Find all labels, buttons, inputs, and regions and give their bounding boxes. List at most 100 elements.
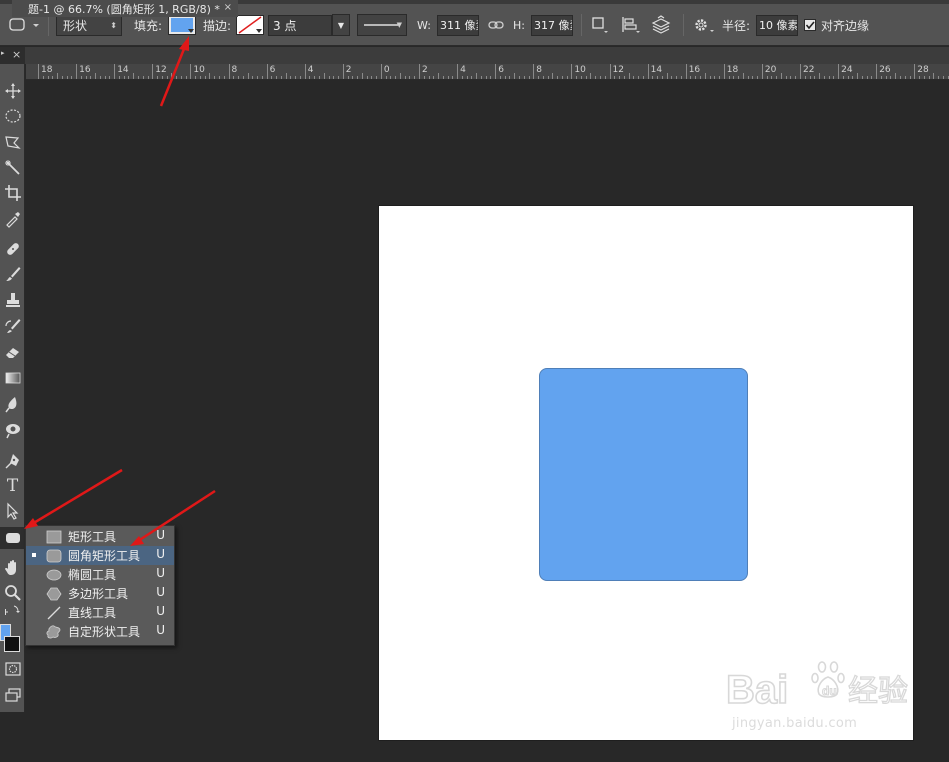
ruler-tick [385, 76, 387, 79]
stroke-width-dropdown[interactable]: ▼ [332, 14, 350, 36]
ruler-tick [519, 76, 520, 79]
stroke-color-swatch[interactable] [236, 15, 264, 35]
ruler-tick [947, 76, 949, 79]
chevron-down-icon: ▼ [396, 21, 402, 29]
gear-icon [695, 19, 714, 32]
height-input[interactable]: 317 像素 [531, 14, 573, 36]
type-tool[interactable]: T [0, 475, 25, 497]
ruler-tick [566, 76, 568, 79]
ruler-label: 16 [79, 65, 91, 75]
magic-wand-icon [4, 160, 20, 175]
dodge-tool[interactable] [0, 419, 25, 441]
pen-tool[interactable] [0, 450, 25, 472]
tab-close-icon[interactable]: × [224, 2, 232, 13]
ruler-tick [104, 76, 106, 79]
ruler-tick [738, 76, 740, 79]
collapse-arrows-icon[interactable]: ▸ [1, 49, 5, 57]
ruler-tick [528, 76, 530, 79]
rounded-rectangle-tool[interactable] [0, 527, 25, 549]
ruler-tick [85, 76, 87, 79]
align-edges-checkbox[interactable]: 对齐边缘 [804, 4, 869, 46]
stroke-type-dropdown[interactable]: ▼ [357, 14, 407, 36]
ruler-tick [419, 64, 420, 79]
clone-stamp-tool[interactable] [0, 289, 25, 311]
hand-tool[interactable] [0, 557, 25, 579]
lasso-tool[interactable] [0, 131, 25, 153]
move-tool[interactable] [0, 80, 25, 102]
menu-item-ellipse[interactable]: 椭圆工具 U [26, 565, 174, 584]
ruler-tick [185, 76, 187, 79]
history-brush-tool[interactable] [0, 315, 25, 337]
path-arrangement-button[interactable] [650, 4, 672, 46]
ruler-tick [576, 76, 578, 79]
stroke-width-input[interactable]: 3 点 [268, 14, 332, 36]
ruler-tick [704, 73, 706, 79]
swap-colors-button[interactable] [0, 602, 25, 616]
ruler-tick [471, 76, 473, 79]
link-dimensions-button[interactable] [488, 4, 504, 46]
ruler-tick [76, 64, 78, 79]
close-icon[interactable]: × [12, 48, 21, 61]
path-operations-button[interactable] [590, 4, 610, 46]
path-alignment-button[interactable] [620, 4, 642, 46]
ruler-tick [357, 76, 359, 79]
ruler-tick [457, 64, 459, 79]
menu-item-rectangle[interactable]: 矩形工具 U [26, 527, 174, 546]
background-color-swatch[interactable] [4, 636, 20, 652]
menu-item-label: 多边形工具 [68, 587, 129, 601]
ruler-tick [423, 76, 425, 79]
ruler-tick [800, 64, 801, 79]
stroke-label: 描边: [203, 18, 232, 33]
ruler-tick [942, 76, 944, 79]
document-tab[interactable]: 题-1 @ 66.7% (圆角矩形 1, RGB/8) * × [12, 0, 238, 17]
ruler-label: 2 [345, 65, 352, 75]
width-input[interactable]: 311 像素 [437, 14, 479, 36]
menu-item-label: 椭圆工具 [68, 568, 117, 582]
ruler-tick [209, 73, 211, 79]
ruler-label: 10 [574, 65, 586, 75]
ruler-tick [328, 76, 330, 79]
menu-item-custom-shape[interactable]: 自定形状工具 U [26, 622, 174, 641]
ruler-tick [142, 76, 144, 79]
marquee-tool[interactable] [0, 105, 25, 127]
ruler-tick [447, 76, 449, 79]
ruler-tick [595, 76, 597, 79]
blur-tool[interactable] [0, 393, 25, 415]
shape-mode-select[interactable]: 形状 ⬍ [56, 14, 122, 36]
crop-tool[interactable] [0, 182, 25, 204]
ruler-tick [890, 76, 892, 79]
path-selection-tool[interactable] [0, 500, 25, 522]
fill-color-swatch[interactable] [168, 15, 196, 35]
ruler-label: 24 [841, 65, 853, 75]
menu-item-rounded-rectangle[interactable]: 圆角矩形工具 U [26, 546, 174, 565]
menu-item-polygon[interactable]: 多边形工具 U [26, 584, 174, 603]
healing-brush-tool[interactable] [0, 238, 25, 260]
screen-mode-button[interactable] [0, 684, 25, 706]
ruler-tick [661, 76, 663, 79]
ruler-tick [204, 76, 206, 79]
eraser-tool[interactable] [0, 341, 25, 363]
gradient-tool[interactable] [0, 367, 25, 389]
ruler-tick [161, 76, 163, 79]
ruler-tick [266, 64, 268, 79]
quick-mask-button[interactable] [0, 658, 25, 680]
rounded-rectangle-shape[interactable] [539, 368, 748, 581]
radius-input[interactable]: 10 像素 [756, 14, 798, 36]
ruler-tick [671, 76, 673, 79]
geometry-options-button[interactable] [692, 4, 718, 46]
svg-text:经验: 经验 [848, 674, 908, 709]
ruler-tick [861, 76, 863, 79]
ruler-tick [223, 76, 225, 79]
document-tab-bar [0, 47, 949, 64]
magic-wand-tool[interactable] [0, 157, 25, 179]
band-aid-icon [6, 243, 19, 255]
eyedropper-tool[interactable] [0, 208, 25, 230]
zoom-tool[interactable] [0, 582, 25, 604]
ruler-tick [585, 76, 587, 79]
brush-tool[interactable] [0, 263, 25, 285]
ruler-label: 8 [536, 65, 543, 75]
ruler-tick [147, 76, 149, 79]
menu-item-line[interactable]: 直线工具 U [26, 603, 174, 622]
ruler-tick [57, 73, 59, 79]
ruler-tick [490, 76, 492, 79]
